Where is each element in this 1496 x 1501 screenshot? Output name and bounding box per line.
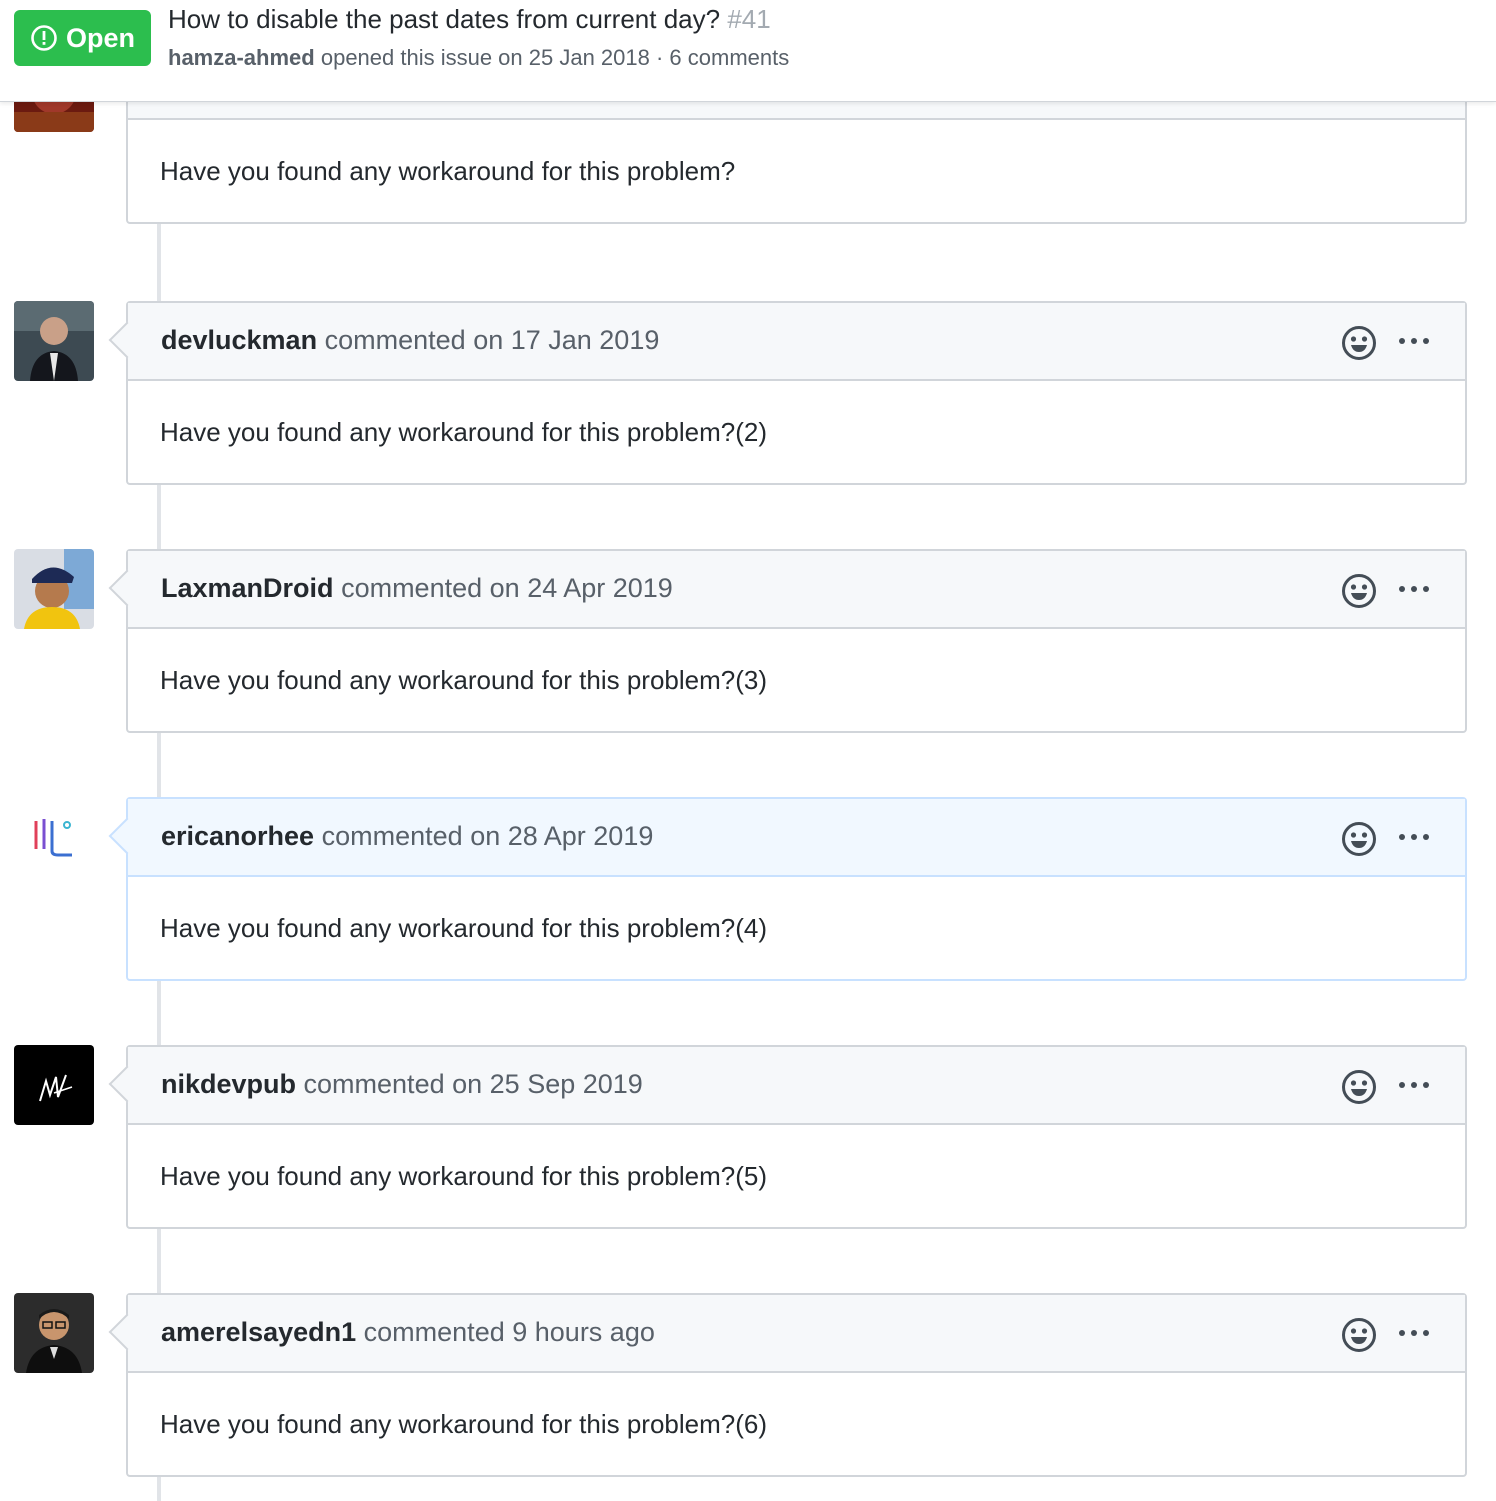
comment-action: commented xyxy=(321,821,463,851)
sticky-issue-header: Open How to disable the past dates from … xyxy=(0,0,1496,102)
smiley-icon[interactable] xyxy=(1341,1069,1377,1105)
issue-meta: hamza-ahmed opened this issue on 25 Jan … xyxy=(168,45,789,71)
comment-body: Have you found any workaround for this p… xyxy=(160,1160,767,1191)
issue-opened-icon xyxy=(30,24,58,52)
comment-timestamp[interactable]: on 28 Apr 2019 xyxy=(470,821,653,851)
comment-card: nikdevpub commented on 25 Sep 2019 Have … xyxy=(108,1045,1467,1229)
comment-action: commented xyxy=(363,1317,505,1347)
issue-title: How to disable the past dates from curre… xyxy=(168,4,771,35)
avatar[interactable] xyxy=(14,1045,94,1125)
comment-caret xyxy=(108,1065,146,1103)
comment-card: ericanorhee commented on 28 Apr 2019 Hav… xyxy=(108,797,1467,981)
issue-meta-text: opened this issue on 25 Jan 2018 · 6 com… xyxy=(320,45,790,70)
smiley-icon[interactable] xyxy=(1341,573,1377,609)
comment-timestamp[interactable]: on 24 Apr 2019 xyxy=(490,573,673,603)
smiley-icon[interactable] xyxy=(1341,325,1377,361)
comment-header: ericanorhee commented on 28 Apr 2019 xyxy=(108,799,1465,877)
avatar[interactable] xyxy=(14,797,94,877)
smiley-icon[interactable] xyxy=(1341,821,1377,857)
comment-caret xyxy=(108,569,146,607)
comment-timestamp[interactable]: 9 hours ago xyxy=(512,1317,655,1347)
comment-body: Have you found any workaround for this p… xyxy=(160,1408,767,1439)
kebab-horizontal-icon[interactable] xyxy=(1399,1323,1429,1343)
comment-timestamp[interactable]: on 17 Jan 2019 xyxy=(473,325,659,355)
comment-body: Have you found any workaround for this p… xyxy=(160,664,767,695)
comment-byline: LaxmanDroid commented on 24 Apr 2019 xyxy=(161,573,673,604)
comment-byline: nikdevpub commented on 25 Sep 2019 xyxy=(161,1069,643,1100)
comment-body: Have you found any workaround for this p… xyxy=(160,155,736,186)
issue-state-badge: Open xyxy=(14,10,151,66)
avatar[interactable] xyxy=(14,301,94,381)
comment-author-link[interactable]: LaxmanDroid xyxy=(161,573,334,603)
issue-author-link[interactable]: hamza-ahmed xyxy=(168,45,315,70)
kebab-horizontal-icon[interactable] xyxy=(1399,331,1429,351)
comment-byline: amerelsayedn1 commented 9 hours ago xyxy=(161,1317,655,1348)
comment-timestamp[interactable]: on 25 Sep 2019 xyxy=(452,1069,643,1099)
smiley-icon[interactable] xyxy=(1341,1317,1377,1353)
comment-body: Have you found any workaround for this p… xyxy=(160,912,767,943)
comment-author-link[interactable]: devluckman xyxy=(161,325,317,355)
comment-card: LaxmanDroid commented on 24 Apr 2019 Hav… xyxy=(108,549,1467,733)
comment-body: Have you found any workaround for this p… xyxy=(160,416,767,447)
kebab-horizontal-icon[interactable] xyxy=(1399,1075,1429,1095)
comment-author-link[interactable]: amerelsayedn1 xyxy=(161,1317,356,1347)
comment-action: commented xyxy=(341,573,483,603)
comment-header: amerelsayedn1 commented 9 hours ago xyxy=(108,1295,1465,1373)
comment-card: devluckman commented on 17 Jan 2019 Have… xyxy=(108,301,1467,485)
issue-title-text[interactable]: How to disable the past dates from curre… xyxy=(168,4,720,34)
comment-header: devluckman commented on 17 Jan 2019 xyxy=(108,303,1465,381)
kebab-horizontal-icon[interactable] xyxy=(1399,579,1429,599)
comment-byline: devluckman commented on 17 Jan 2019 xyxy=(161,325,659,356)
comment-header: nikdevpub commented on 25 Sep 2019 xyxy=(108,1047,1465,1125)
comment-author-link[interactable]: nikdevpub xyxy=(161,1069,296,1099)
comment-author-link[interactable]: ericanorhee xyxy=(161,821,314,851)
avatar[interactable] xyxy=(14,1293,94,1373)
avatar[interactable] xyxy=(14,549,94,629)
issue-number: #41 xyxy=(727,4,771,34)
kebab-horizontal-icon[interactable] xyxy=(1399,827,1429,847)
issue-state-label: Open xyxy=(65,22,135,53)
comment-card: amerelsayedn1 commented 9 hours ago Have… xyxy=(108,1293,1467,1477)
comment-caret xyxy=(108,321,146,359)
comment-action: commented xyxy=(324,325,466,355)
comment-header: LaxmanDroid commented on 24 Apr 2019 xyxy=(108,551,1465,629)
comment-caret xyxy=(108,817,146,855)
comment-caret xyxy=(108,1313,146,1351)
comment-action: commented xyxy=(303,1069,445,1099)
comment-byline: ericanorhee commented on 28 Apr 2019 xyxy=(161,821,653,852)
